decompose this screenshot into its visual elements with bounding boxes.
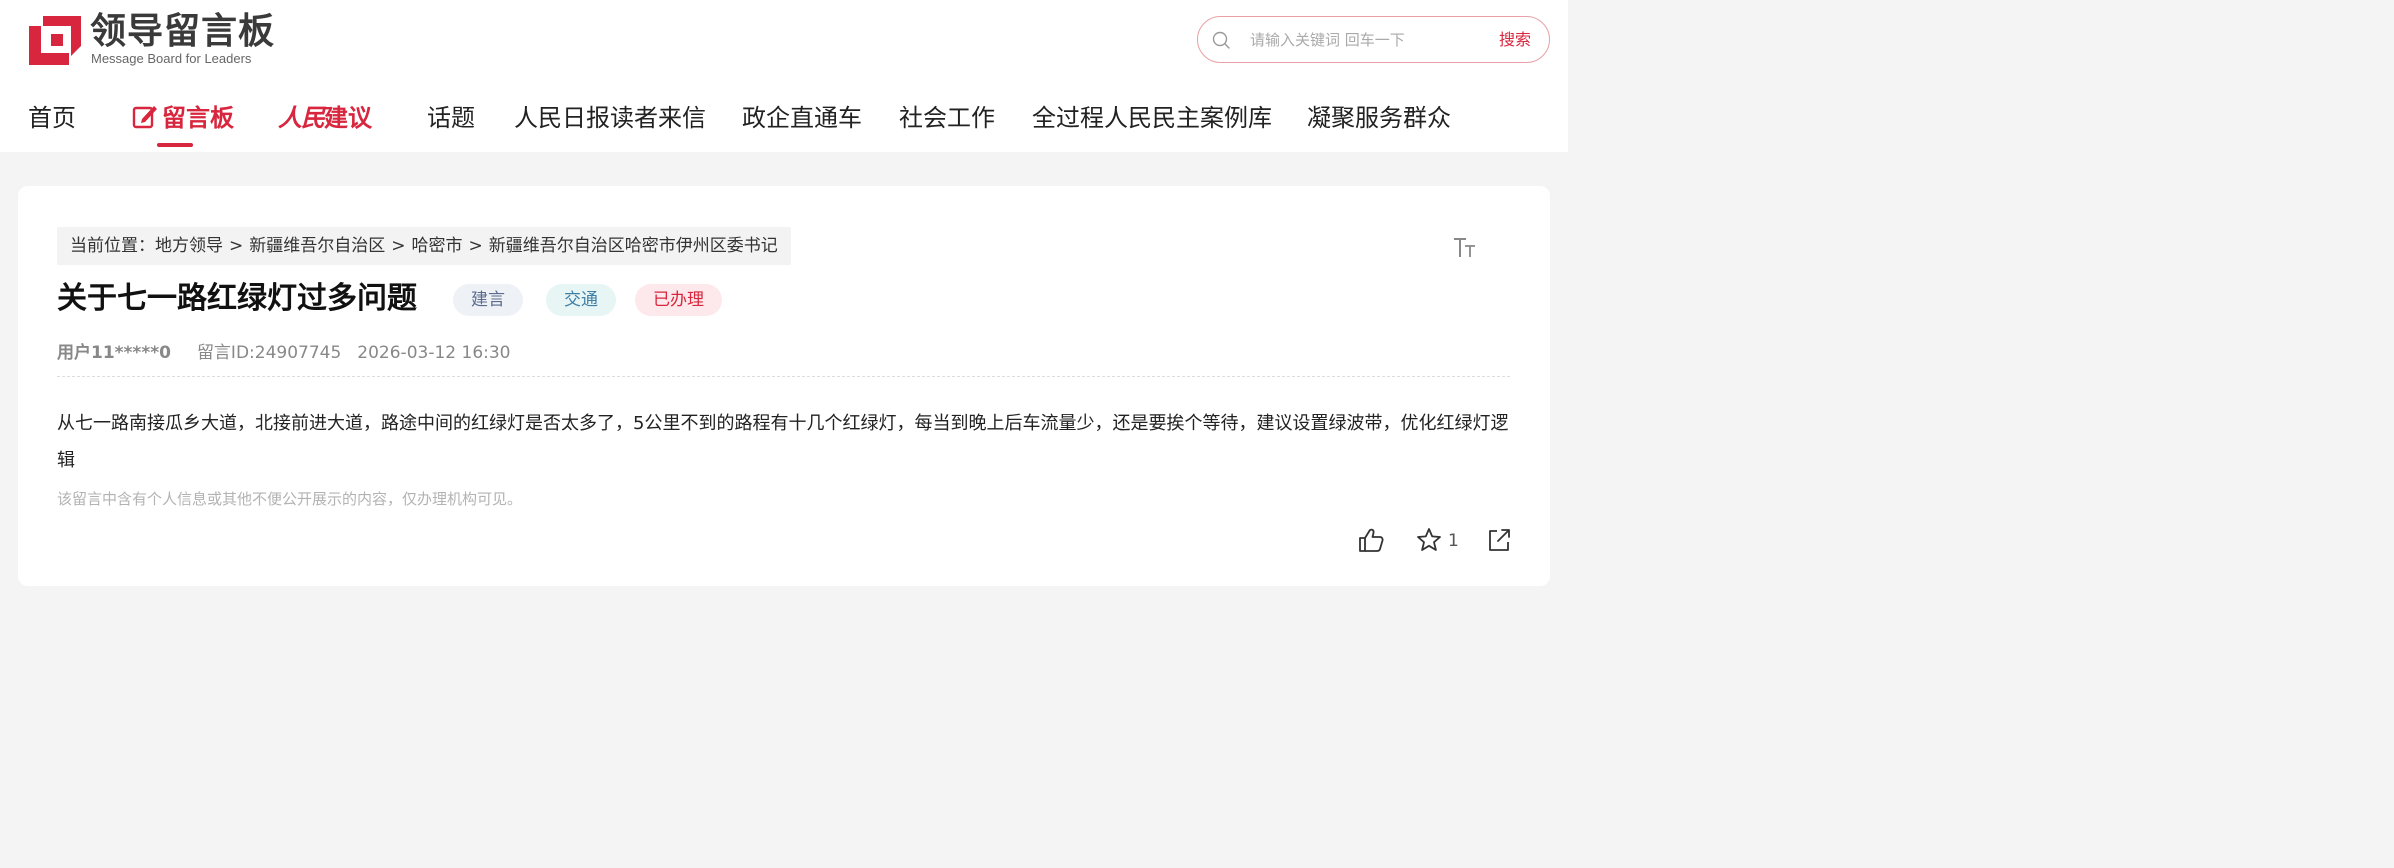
breadcrumb: 当前位置：地方领导 > 新疆维吾尔自治区 > 哈密市 > 新疆维吾尔自治区哈密市伊州区委书记 — [57, 227, 791, 265]
privacy-notice: 该留言中含有个人信息或其他不便公开展示的内容，仅办理机构可见。 — [57, 490, 523, 508]
nav-item-serve-masses[interactable]: 凝聚服务群众 — [1307, 100, 1451, 136]
post-actions: 1 — [1358, 527, 1518, 557]
nav-item-message-board[interactable]: 留言板 — [132, 100, 234, 136]
post-datetime: 2026-03-12 16:30 — [357, 343, 511, 363]
search-button[interactable]: 搜索 — [1499, 29, 1531, 51]
favorite-button[interactable]: 1 — [1416, 527, 1459, 557]
like-button[interactable] — [1358, 527, 1384, 557]
nav-active-indicator — [157, 143, 193, 147]
nav-item-renmin-jianyi[interactable]: 人民建议 — [278, 100, 372, 136]
favorite-count: 1 — [1448, 531, 1459, 551]
renmin-logo-text: 人民 — [278, 103, 325, 132]
search-box: 搜索 — [1197, 16, 1550, 63]
message-card: 当前位置：地方领导 > 新疆维吾尔自治区 > 哈密市 > 新疆维吾尔自治区哈密市伊州区委书记… — [18, 186, 1550, 586]
post-user: 用户11*****0 — [57, 343, 171, 363]
site-header: 领导留言板 Message Board for Leaders 搜索 首页 留言… — [0, 0, 1568, 152]
breadcrumb-item-local-leaders[interactable]: 地方领导 — [155, 236, 223, 256]
main-nav: 首页 留言板 人民建议 话题 人民日报读者来信 政企直通车 社会工作 全过程人民… — [0, 96, 1568, 152]
post-content: 从七一路南接瓜乡大道，北接前进大道，路途中间的红绿灯是否太多了，5公里不到的路程… — [57, 413, 1509, 471]
breadcrumb-item-xinjiang[interactable]: 新疆维吾尔自治区 — [249, 236, 385, 256]
nav-item-home[interactable]: 首页 — [28, 100, 76, 136]
breadcrumb-separator: > — [229, 236, 244, 256]
share-icon — [1489, 529, 1510, 551]
tag-suggestion: 建言 — [453, 284, 523, 316]
post-message-id: 留言ID:24907745 — [196, 343, 342, 363]
divider — [57, 376, 1510, 377]
font-size-icon[interactable] — [1452, 236, 1478, 260]
logo-title[interactable]: 领导留言板 — [90, 10, 275, 54]
post-title: 关于七一路红绿灯过多问题 — [57, 281, 417, 316]
nav-item-topics[interactable]: 话题 — [427, 100, 475, 136]
breadcrumb-separator: > — [468, 236, 483, 256]
breadcrumb-item-yizhou-secretary[interactable]: 新疆维吾尔自治区哈密市伊州区委书记 — [489, 236, 778, 256]
logo-icon[interactable] — [29, 16, 81, 65]
breadcrumb-item-hami[interactable]: 哈密市 — [412, 236, 463, 256]
tag-traffic: 交通 — [546, 284, 616, 316]
jianyi-text: 建议 — [324, 104, 372, 132]
post-meta: 用户11*****0 留言ID:24907745 2026-03-12 16:30 — [57, 340, 511, 366]
search-input[interactable] — [1250, 27, 1480, 53]
star-icon — [1417, 528, 1441, 551]
nav-item-democracy-cases[interactable]: 全过程人民民主案例库 — [1032, 100, 1272, 136]
nav-item-social-work[interactable]: 社会工作 — [899, 100, 995, 136]
nav-item-reader-letters[interactable]: 人民日报读者来信 — [514, 100, 706, 136]
logo-subtitle: Message Board for Leaders — [91, 51, 252, 66]
status-badge: 已办理 — [635, 284, 722, 316]
nav-item-message-board-label: 留言板 — [162, 104, 234, 132]
share-button[interactable] — [1486, 527, 1512, 557]
thumbs-up-icon — [1359, 528, 1384, 552]
nav-item-gov-business[interactable]: 政企直通车 — [742, 100, 862, 136]
breadcrumb-prefix: 当前位置： — [70, 236, 155, 256]
breadcrumb-separator: > — [391, 236, 406, 256]
search-icon — [1212, 31, 1230, 49]
edit-note-icon — [132, 106, 157, 129]
